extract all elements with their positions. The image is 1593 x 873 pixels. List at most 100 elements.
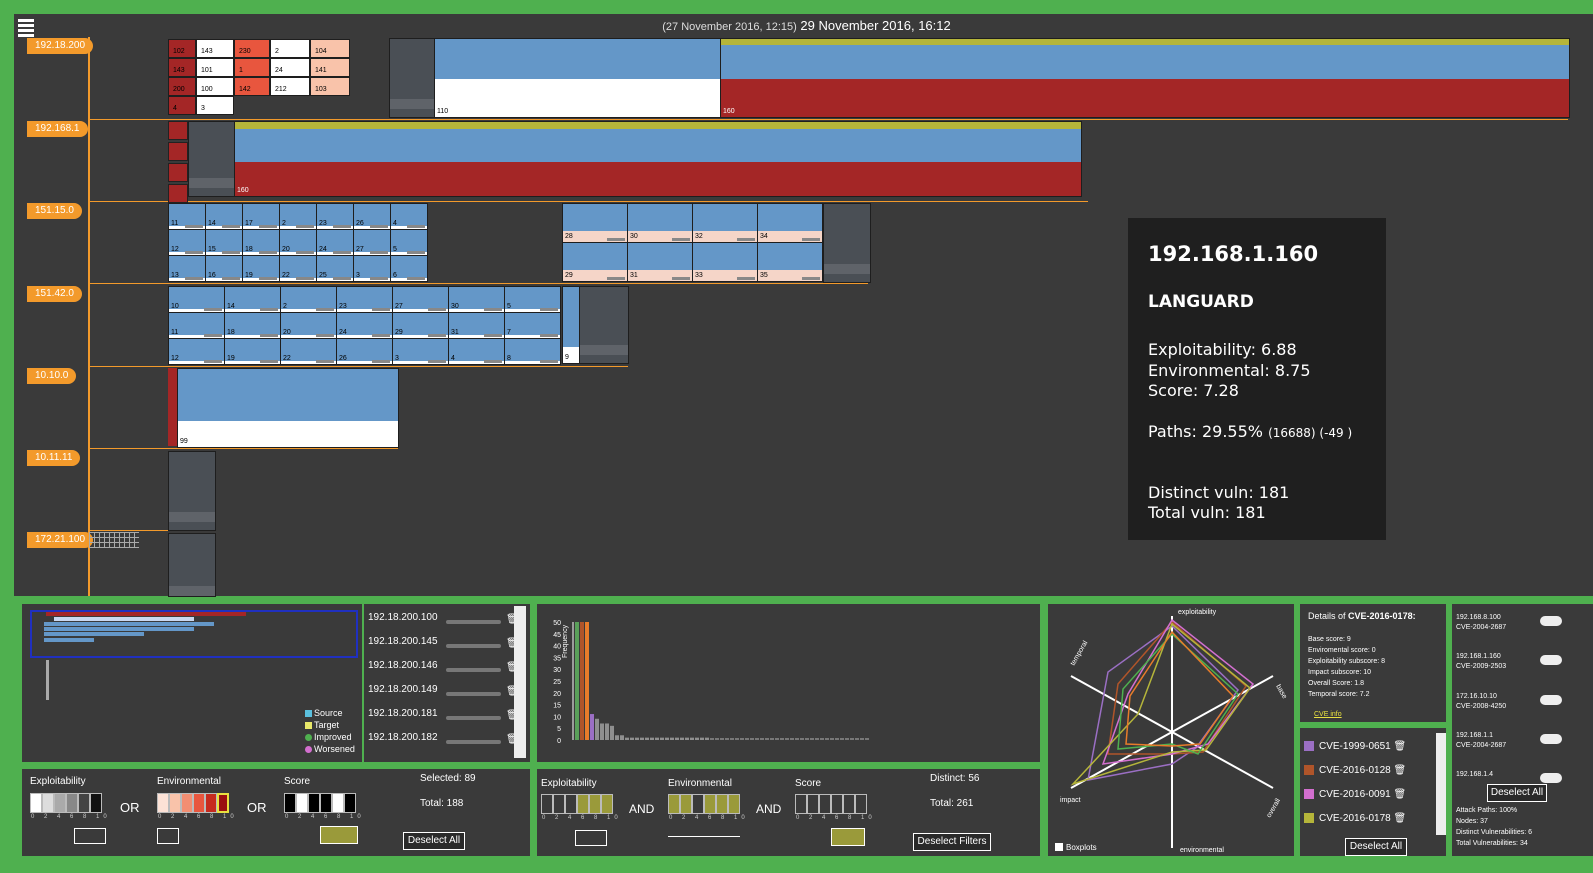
chart-bar[interactable] [695, 737, 699, 740]
chart-bar[interactable] [690, 737, 694, 740]
chart-bar[interactable] [650, 737, 654, 740]
host-node[interactable] [579, 286, 629, 364]
list-item[interactable]: 192.168.1.4 [1456, 770, 1493, 780]
host-node[interactable]: 12 [168, 338, 225, 365]
trash-icon[interactable]: 🗑 [1394, 765, 1407, 776]
host-node[interactable]: 212 [270, 77, 310, 96]
cve-deselect-all-button[interactable]: Deselect All [1345, 838, 1407, 856]
chart-bar[interactable] [670, 737, 674, 740]
cve-info-link[interactable]: CVE info [1314, 711, 1342, 718]
chart-bar[interactable] [640, 737, 644, 740]
host-node[interactable]: 23 [316, 203, 354, 230]
host-node[interactable]: 13 [168, 255, 206, 282]
host-node[interactable]: 18 [242, 229, 280, 256]
exploitability-filter-cells[interactable] [30, 793, 102, 813]
host-node[interactable]: 6 [390, 255, 428, 282]
chart-bar[interactable] [590, 714, 594, 740]
toggle[interactable] [1540, 616, 1562, 626]
host-node[interactable]: 26 [336, 338, 393, 365]
score-filter-cells[interactable] [795, 794, 867, 814]
host-node[interactable]: 100 [196, 77, 234, 96]
host-node[interactable]: 27 [353, 229, 391, 256]
host-node[interactable]: 3 [196, 96, 234, 115]
chart-bar[interactable] [575, 622, 579, 740]
host-node[interactable]: 31 [627, 242, 693, 282]
host-node[interactable]: 24 [270, 58, 310, 77]
host-node[interactable]: 200 [168, 77, 196, 96]
host-node[interactable]: 35 [757, 242, 823, 282]
list-item[interactable]: 192.18.200.100 🗑 [368, 612, 519, 632]
host-node[interactable]: 19 [242, 255, 280, 282]
host-node[interactable]: 12 [168, 229, 206, 256]
host-node[interactable]: 22 [280, 338, 337, 365]
host-node[interactable]: 4 [448, 338, 505, 365]
chart-bar[interactable] [655, 737, 659, 740]
host-node[interactable] [389, 38, 435, 118]
list-item[interactable]: CVE-2016-0091 🗑 [1304, 789, 1406, 800]
toggle[interactable] [1540, 655, 1562, 665]
host-node[interactable]: 4 [390, 203, 428, 230]
host-node[interactable]: 22 [279, 255, 317, 282]
chart-bar[interactable] [630, 737, 634, 740]
toggle[interactable] [1540, 695, 1562, 705]
subnet-label[interactable]: 192.168.1 [27, 121, 88, 137]
host-node[interactable]: 230 [234, 39, 270, 58]
host-node[interactable]: 99 [177, 368, 399, 448]
list-item[interactable]: 192.18.200.182 🗑 [368, 732, 519, 752]
chart-bar[interactable] [675, 737, 679, 740]
host-node[interactable]: 30 [448, 286, 505, 313]
host-node[interactable]: 18 [224, 312, 281, 339]
host-node[interactable]: 7 [504, 312, 561, 339]
host-node[interactable]: 25 [316, 255, 354, 282]
list-item[interactable]: 192.18.200.149 🗑 [368, 684, 519, 704]
host-node[interactable]: 34 [757, 203, 823, 243]
trash-icon[interactable]: 🗑 [1394, 789, 1407, 800]
chart-bar[interactable] [595, 718, 599, 740]
chart-bar[interactable] [635, 737, 639, 740]
host-node[interactable] [188, 121, 235, 197]
host-node[interactable]: 19 [224, 338, 281, 365]
list-item[interactable]: CVE-1999-0651 🗑 [1304, 741, 1406, 752]
toggle[interactable] [1540, 773, 1562, 783]
chart-bar[interactable] [660, 737, 664, 740]
host-node[interactable]: 33 [692, 242, 758, 282]
chart-bar[interactable] [685, 737, 689, 740]
host-node[interactable]: 28 [562, 203, 628, 243]
host-node[interactable]: 9 [562, 286, 580, 364]
subnet-label[interactable]: 192.18.200 [27, 38, 94, 54]
list-item[interactable]: 192.18.200.145 🗑 [368, 636, 519, 656]
score-filter-cells[interactable] [284, 793, 356, 813]
trash-icon[interactable]: 🗑 [1394, 813, 1407, 824]
deselect-filters-button[interactable]: Deselect Filters [913, 833, 991, 851]
host-node[interactable]: 8 [504, 338, 561, 365]
host-node[interactable]: 3 [353, 255, 391, 282]
host-node[interactable]: 17 [242, 203, 280, 230]
host-node[interactable]: 4 [168, 96, 196, 115]
chart-bar[interactable] [645, 737, 649, 740]
subnet-label[interactable]: 10.11.11 [27, 450, 81, 466]
host-node[interactable]: 2 [270, 39, 310, 58]
host-node[interactable]: 27 [392, 286, 449, 313]
chart-bar[interactable] [615, 735, 619, 740]
host-node[interactable]: 160 [720, 38, 1570, 118]
host-node[interactable]: 15 [205, 229, 243, 256]
host-node[interactable]: 2 [280, 286, 337, 313]
subnet-label[interactable]: 172.21.100 [27, 532, 94, 548]
chart-bar[interactable] [585, 622, 589, 740]
host-node[interactable]: 110 [434, 38, 721, 118]
chart-bar[interactable] [620, 735, 624, 740]
host-node[interactable]: 101 [196, 58, 234, 77]
list-item[interactable]: 172.16.10.10 CVE-2008-4250 [1456, 692, 1506, 712]
host-node[interactable]: 142 [234, 77, 270, 96]
trash-icon[interactable]: 🗑 [1394, 741, 1407, 752]
host-node[interactable]: 11 [168, 312, 225, 339]
host-node[interactable]: 143 [196, 39, 234, 58]
host-node[interactable]: 5 [390, 229, 428, 256]
host-node[interactable]: 3 [392, 338, 449, 365]
host-node[interactable]: 10 [168, 286, 225, 313]
host-node[interactable]: 141 [310, 58, 350, 77]
environmental-filter-cells[interactable] [157, 793, 229, 813]
subnet-label[interactable]: 10.10.0 [27, 368, 77, 384]
host-list-scrollbar[interactable] [514, 606, 526, 758]
host-node[interactable]: 160 [234, 121, 1082, 197]
